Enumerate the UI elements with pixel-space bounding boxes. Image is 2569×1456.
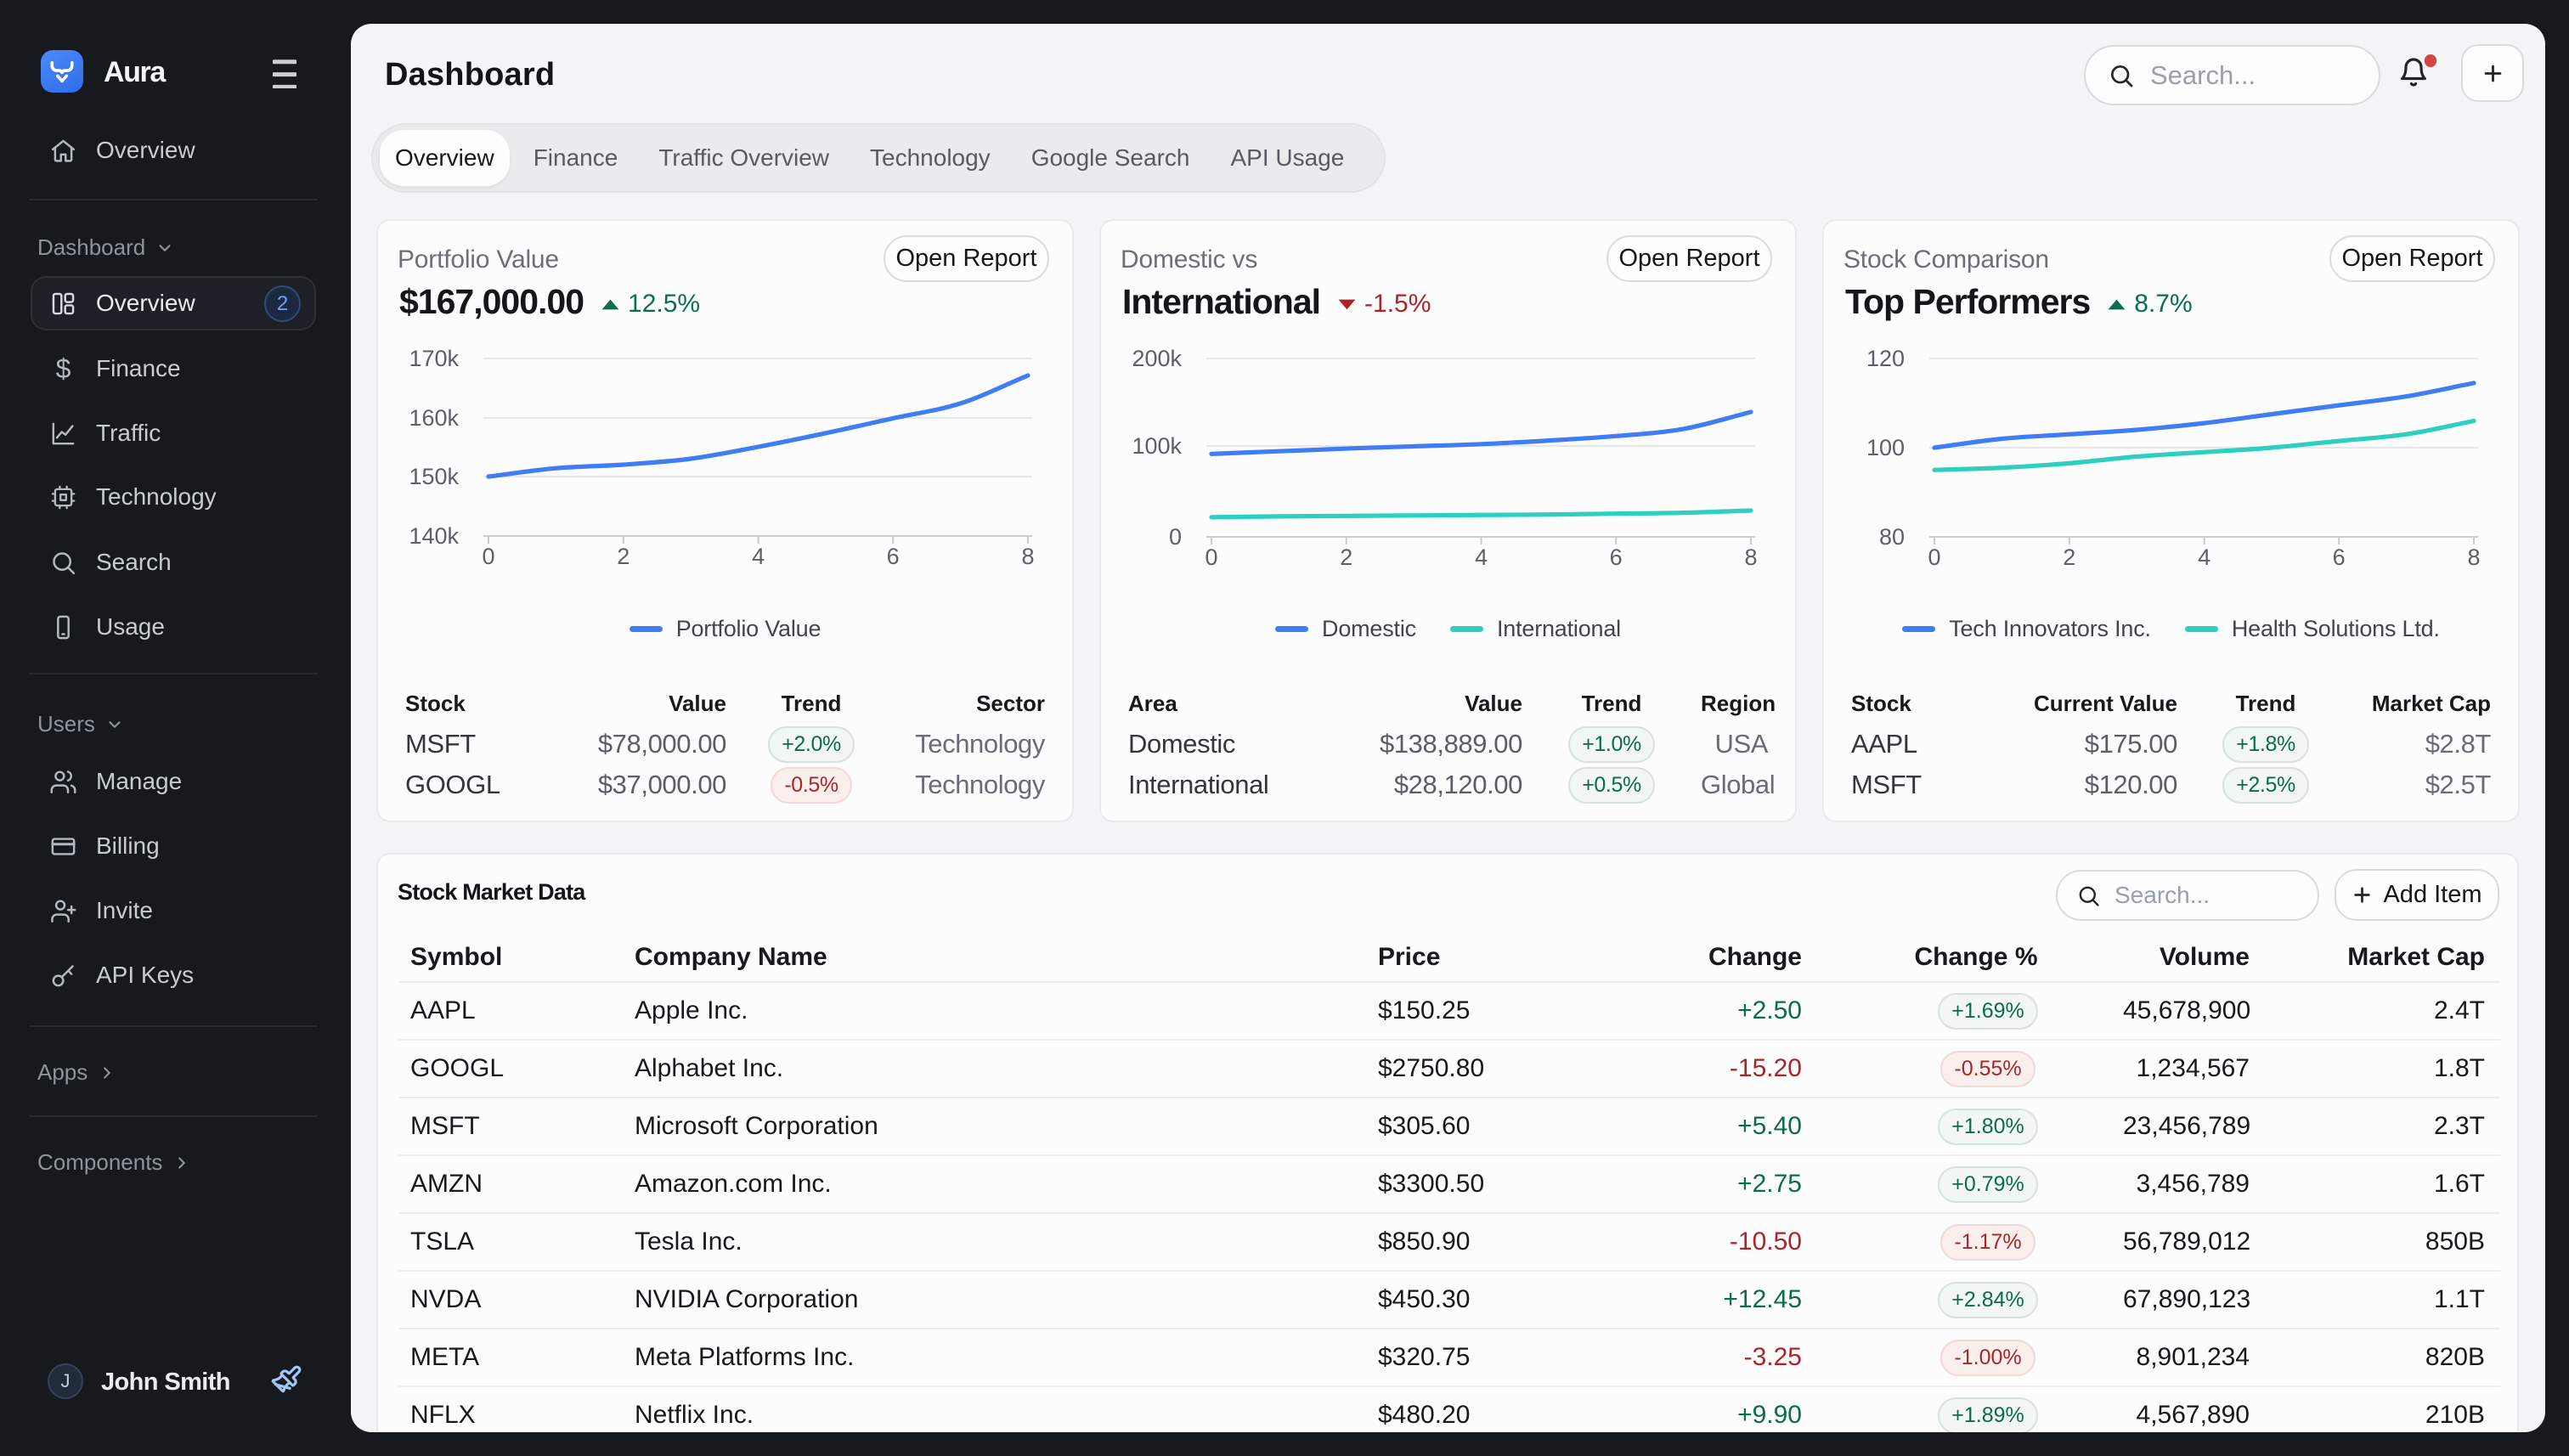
svg-text:4: 4	[2198, 545, 2210, 570]
svg-text:0: 0	[1205, 545, 1217, 570]
svg-text:8: 8	[2467, 545, 2480, 570]
svg-text:100: 100	[1866, 435, 1905, 460]
svg-text:4: 4	[1475, 545, 1488, 570]
svg-text:0: 0	[482, 544, 494, 569]
svg-text:200k: 200k	[1132, 346, 1182, 371]
svg-text:150k: 150k	[409, 464, 459, 489]
svg-text:8: 8	[1021, 544, 1034, 569]
svg-text:2: 2	[617, 544, 630, 569]
svg-text:140k: 140k	[409, 523, 459, 549]
svg-text:6: 6	[1610, 545, 1623, 570]
svg-text:6: 6	[887, 544, 900, 569]
svg-text:0: 0	[1169, 524, 1182, 550]
svg-text:100k: 100k	[1132, 433, 1182, 459]
svg-text:4: 4	[752, 544, 765, 569]
svg-text:2: 2	[2063, 545, 2075, 570]
svg-text:2: 2	[1340, 545, 1352, 570]
svg-text:170k: 170k	[409, 346, 459, 371]
svg-text:8: 8	[1744, 545, 1757, 570]
svg-text:160k: 160k	[409, 405, 459, 431]
svg-text:6: 6	[2333, 545, 2346, 570]
svg-text:120: 120	[1866, 346, 1905, 371]
svg-text:0: 0	[1928, 545, 1940, 570]
svg-text:80: 80	[1879, 524, 1905, 550]
